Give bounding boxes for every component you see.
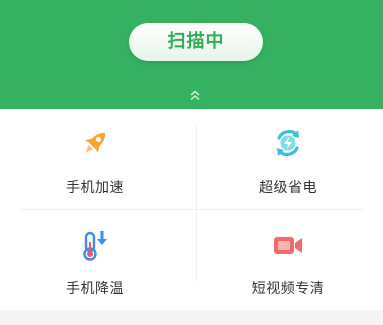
- tool-label: 手机降温: [66, 281, 124, 297]
- tool-power-saving[interactable]: 超级省电: [193, 109, 383, 209]
- tool-phone-speedup[interactable]: 手机加速: [0, 109, 190, 209]
- double-chevron-up-icon[interactable]: [188, 89, 202, 103]
- tool-short-video-clean[interactable]: 短视频专清: [193, 210, 383, 310]
- tool-phone-cooling[interactable]: 手机降温: [0, 210, 190, 310]
- scan-status-button[interactable]: 扫描中: [129, 23, 263, 61]
- battery-saver-icon: [277, 129, 299, 157]
- tool-label: 超级省电: [259, 180, 317, 196]
- video-camera-icon: [274, 237, 302, 254]
- thermometer-down-icon: [83, 231, 107, 261]
- tool-label: 手机加速: [66, 180, 124, 196]
- rocket-icon: [85, 133, 105, 153]
- tool-label: 短视频专清: [251, 281, 325, 297]
